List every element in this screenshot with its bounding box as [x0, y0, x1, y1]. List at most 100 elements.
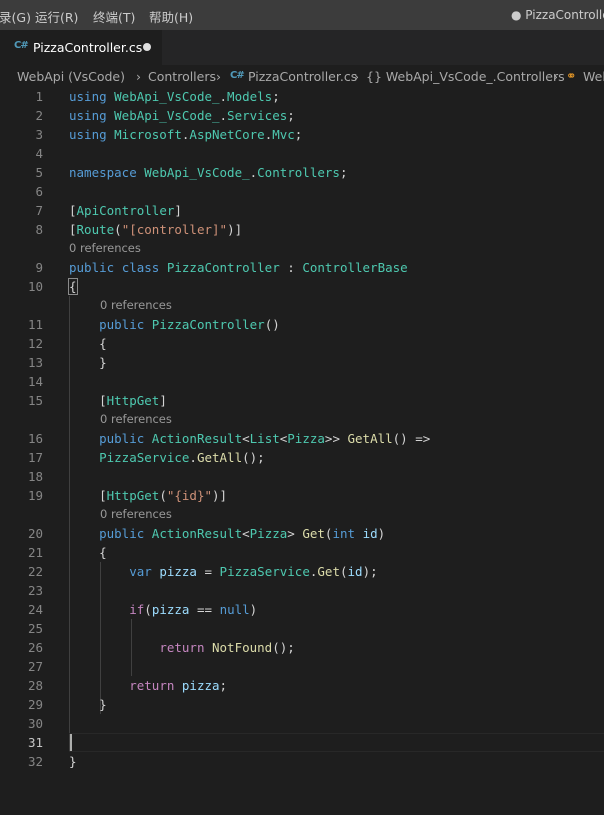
code-token: using: [69, 127, 115, 142]
code-line[interactable]: 10 {: [0, 277, 604, 296]
line-number: 24: [27, 602, 43, 617]
line-number: 18: [27, 469, 43, 484]
csharp-file-icon: C#: [14, 40, 29, 51]
menu-go[interactable]: 录(G): [0, 7, 31, 26]
code-line[interactable]: 15 [HttpGet]: [0, 391, 604, 410]
menu-terminal[interactable]: 终端(T): [93, 7, 135, 26]
menu-run[interactable]: 运行(R): [35, 7, 78, 26]
code-text: }: [69, 695, 107, 714]
code-token: {: [69, 336, 107, 351]
csharp-file-icon: C#: [230, 70, 245, 81]
line-number: 3: [35, 127, 43, 142]
code-token: ();: [242, 450, 265, 465]
code-token: Pizza: [287, 431, 325, 446]
code-token: null: [219, 602, 250, 617]
code-text: [ApiController]: [69, 201, 182, 220]
code-line[interactable]: 26 return NotFound();: [0, 638, 604, 657]
code-token: .: [219, 108, 228, 123]
unsaved-dot-icon[interactable]: [143, 43, 151, 51]
tab-label: PizzaController.cs: [33, 40, 143, 55]
code-line[interactable]: 27: [0, 657, 604, 676]
code-line[interactable]: 25: [0, 619, 604, 638]
code-line[interactable]: 31: [0, 733, 604, 752]
line-number: 10: [27, 279, 43, 294]
code-line[interactable]: 19 [HttpGet("{id}")]: [0, 486, 604, 505]
code-token: )]: [227, 222, 243, 237]
code-text: PizzaService.GetAll();: [69, 448, 265, 467]
line-number: 17: [27, 450, 43, 465]
menu-help[interactable]: 帮助(H): [149, 7, 193, 26]
code-text: public ActionResult<List<Pizza>> GetAll(…: [69, 429, 430, 448]
code-text: }: [69, 752, 77, 771]
code-line[interactable]: 21 {: [0, 543, 604, 562]
code-line[interactable]: 9 public class PizzaController : Controll…: [0, 258, 604, 277]
code-line[interactable]: 12 {: [0, 334, 604, 353]
code-token: ;: [219, 678, 228, 693]
code-line[interactable]: 32}: [0, 752, 604, 771]
code-text: {: [69, 334, 107, 353]
code-token: Microsoft: [114, 127, 182, 142]
codelens-references[interactable]: 0 references: [69, 239, 141, 258]
codelens-references[interactable]: 0 references: [100, 296, 172, 315]
code-text: [HttpGet]: [69, 391, 167, 410]
code-line[interactable]: 14: [0, 372, 604, 391]
window-title: ● PizzaController.: [511, 8, 604, 22]
code-token: ApiController: [76, 203, 175, 218]
breadcrumb-file[interactable]: PizzaController.cs: [248, 69, 357, 84]
code-text: return NotFound();: [69, 638, 294, 657]
code-line[interactable]: 28 return pizza;: [0, 676, 604, 695]
breadcrumb-folder[interactable]: Controllers: [148, 69, 216, 84]
code-token: ;: [287, 108, 295, 123]
line-number: 16: [27, 431, 43, 446]
code-line[interactable]: 20 public ActionResult<Pizza> Get(int id…: [0, 524, 604, 543]
line-number: 15: [27, 393, 43, 408]
code-token: ActionResult: [151, 431, 243, 446]
code-token: (: [144, 602, 152, 617]
code-line[interactable]: 6: [0, 182, 604, 201]
line-number: 31: [27, 735, 43, 750]
code-line[interactable]: 30: [0, 714, 604, 733]
breadcrumb-project[interactable]: WebApi (VsCode): [17, 69, 125, 84]
code-line[interactable]: 3 using Microsoft.AspNetCore.Mvc;: [0, 125, 604, 144]
code-line[interactable]: 23: [0, 581, 604, 600]
code-token: [: [69, 203, 77, 218]
line-number: 6: [35, 184, 43, 199]
breadcrumb-class[interactable]: WebA: [583, 69, 604, 84]
code-line[interactable]: 5 namespace WebApi_VsCode_.Controllers;: [0, 163, 604, 182]
code-line[interactable]: 29 }: [0, 695, 604, 714]
code-line[interactable]: 2 using WebApi_VsCode_.Services;: [0, 106, 604, 125]
code-line[interactable]: 8 [Route("[controller]")]: [0, 220, 604, 239]
breadcrumb-namespace[interactable]: {} WebApi_VsCode_.Controllers: [366, 69, 565, 84]
line-number: 13: [27, 355, 43, 370]
code-line[interactable]: 18: [0, 467, 604, 486]
code-token: if: [129, 602, 145, 617]
code-token: using: [69, 89, 115, 104]
code-line[interactable]: 16 public ActionResult<List<Pizza>> GetA…: [0, 429, 604, 448]
code-token: HttpGet: [106, 488, 160, 503]
code-line[interactable]: 24 if(pizza == null): [0, 600, 604, 619]
code-line[interactable]: 17 PizzaService.GetAll();: [0, 448, 604, 467]
code-token: .: [189, 450, 197, 465]
code-line[interactable]: 13 }: [0, 353, 604, 372]
code-line[interactable]: 22 var pizza = PizzaService.Get(id);: [0, 562, 604, 581]
code-token: GetAll: [347, 431, 393, 446]
code-line[interactable]: 1 using WebApi_VsCode_.Models;: [0, 87, 604, 106]
code-text: public PizzaController(): [69, 315, 280, 334]
code-token: (: [114, 222, 122, 237]
line-number: 26: [27, 640, 43, 655]
code-text: using WebApi_VsCode_.Models;: [69, 87, 280, 106]
code-line[interactable]: 11 public PizzaController(): [0, 315, 604, 334]
code-token: ]: [159, 393, 167, 408]
codelens-references[interactable]: 0 references: [100, 410, 172, 429]
code-line[interactable]: 7 [ApiController]: [0, 201, 604, 220]
codelens-references[interactable]: 0 references: [100, 505, 172, 524]
code-token: ==: [189, 602, 220, 617]
code-token: NotFound: [212, 640, 273, 655]
code-editor[interactable]: 1 using WebApi_VsCode_.Models; 2 using WebA…: [0, 87, 604, 815]
code-token: {: [69, 545, 107, 560]
tab-pizzacontroller[interactable]: C# PizzaController.cs: [0, 30, 162, 65]
code-line[interactable]: 4: [0, 144, 604, 163]
code-token: )]: [212, 488, 228, 503]
